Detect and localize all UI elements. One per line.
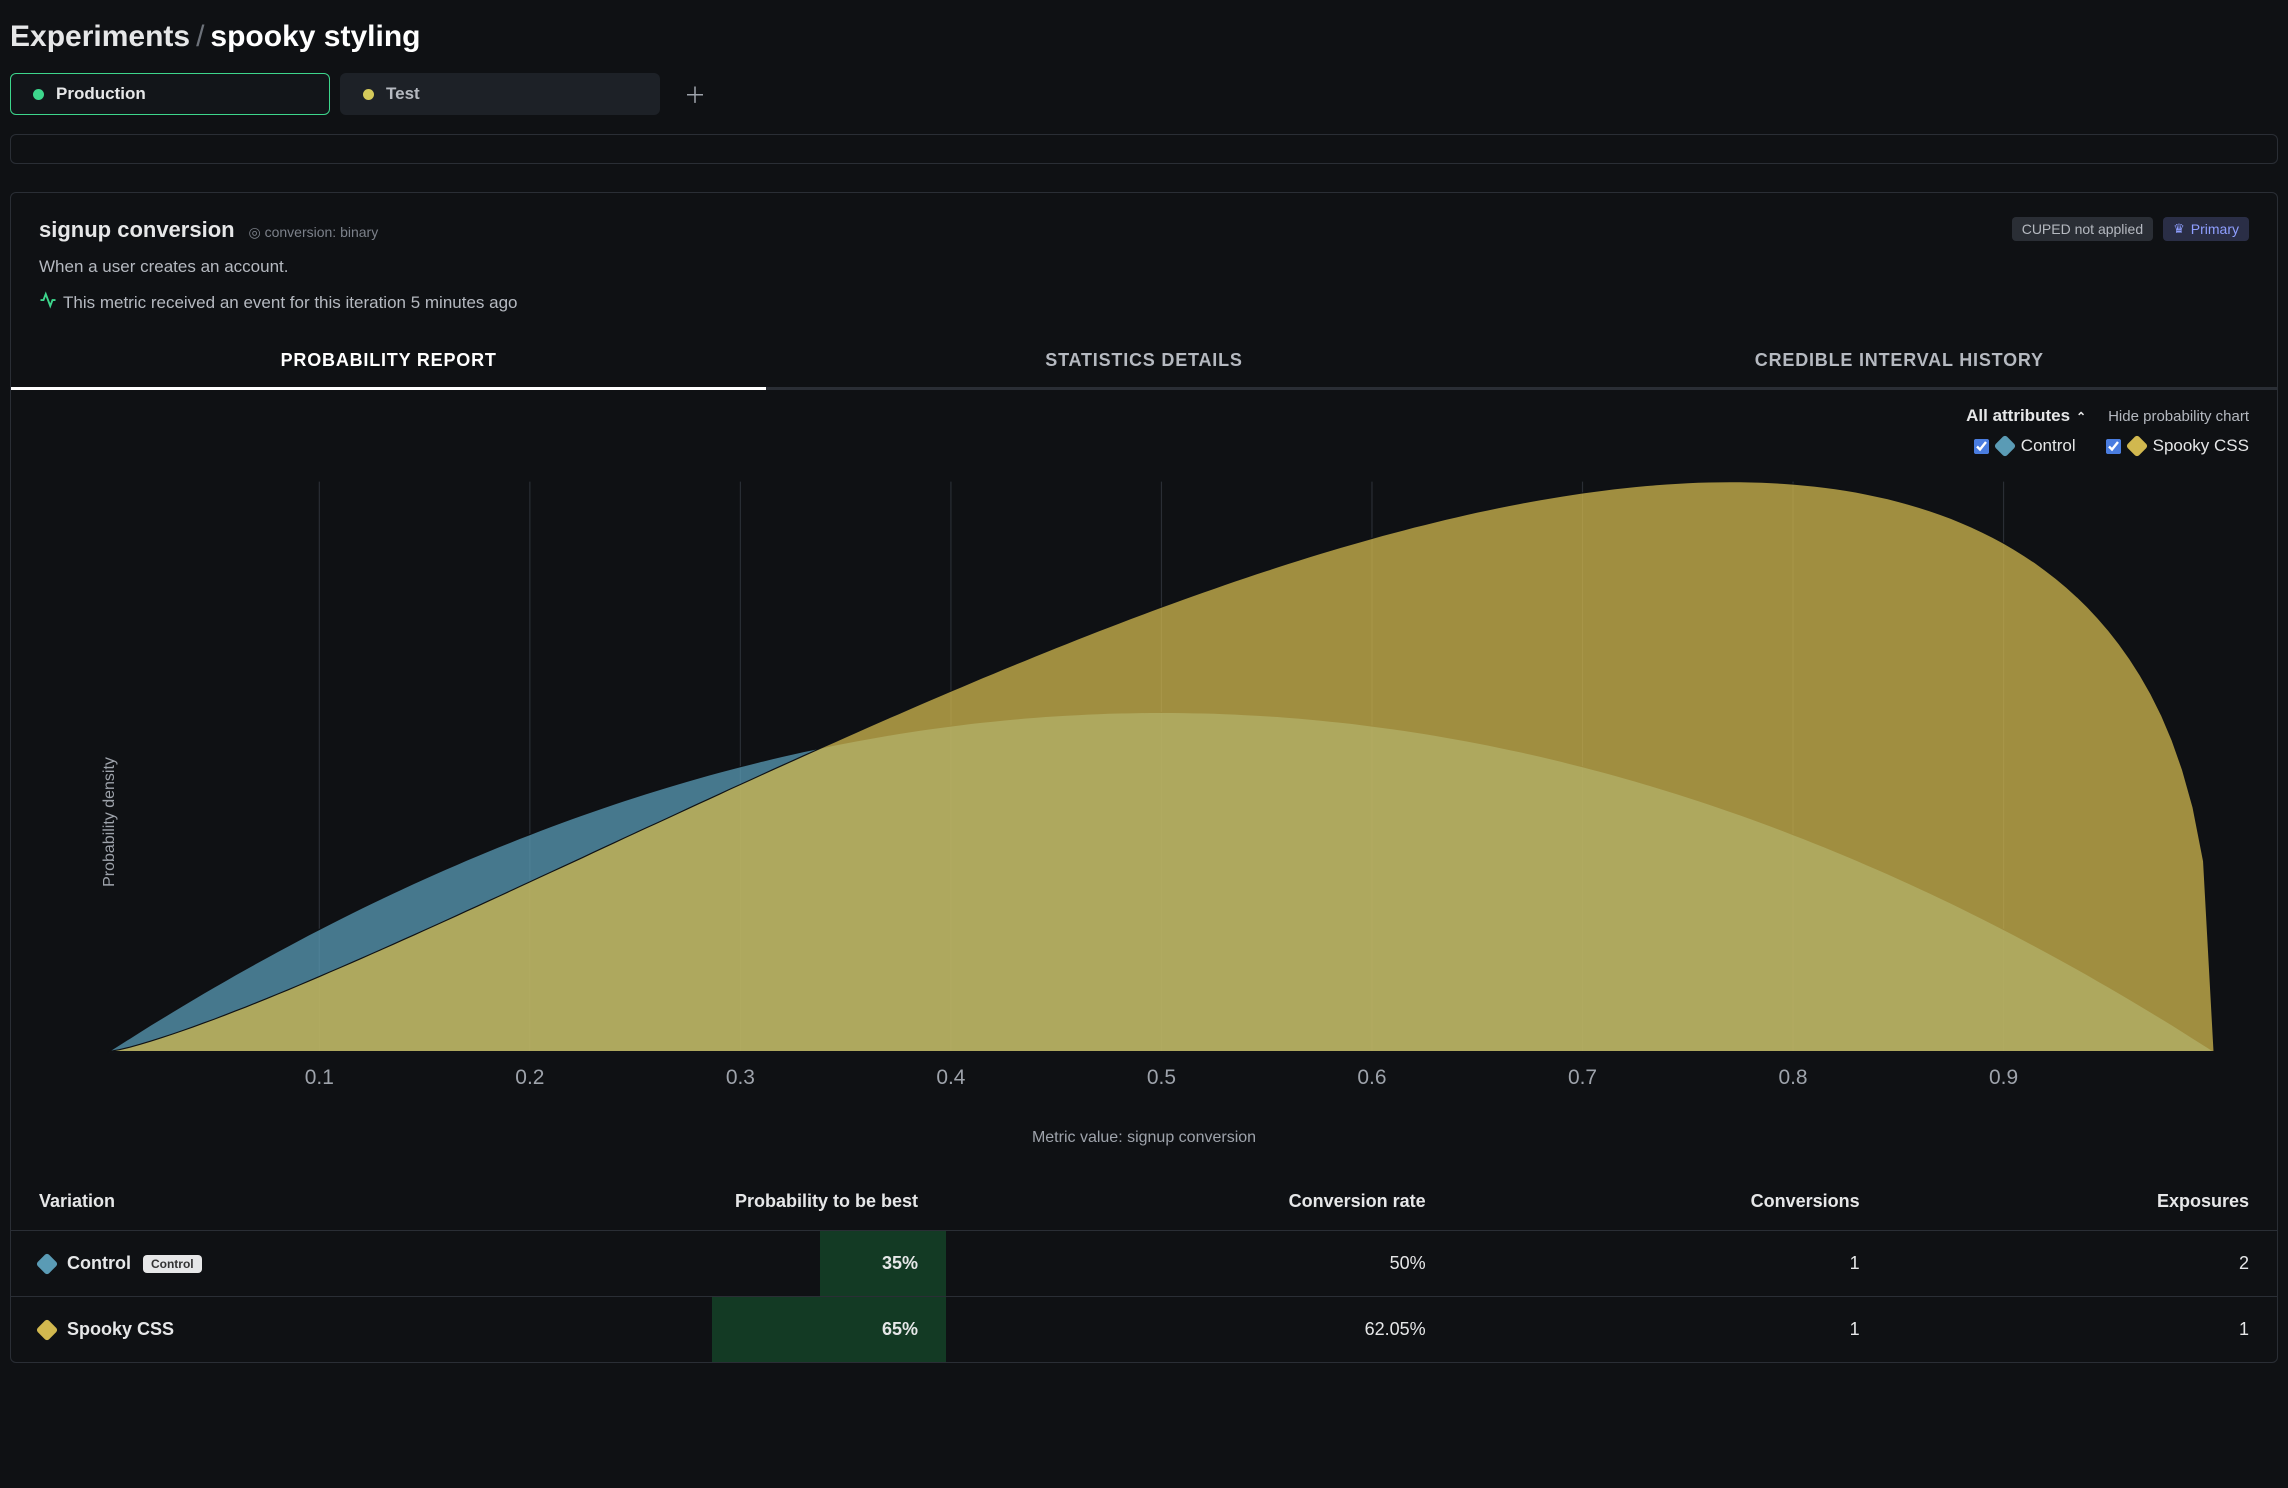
attributes-dropdown[interactable]: All attributes ⌄: [1966, 406, 2086, 426]
metric-status-text: This metric received an event for this i…: [63, 293, 518, 313]
control-pill: Control: [143, 1255, 202, 1273]
col-conversions: Conversions: [1454, 1173, 1888, 1231]
tab-credible-interval-history[interactable]: CREDIBLE INTERVAL HISTORY: [1522, 334, 2277, 387]
results-table: Variation Probability to be best Convers…: [11, 1173, 2277, 1362]
legend-label: Control: [2021, 436, 2076, 456]
variation-cell: Control Control: [39, 1253, 558, 1274]
svg-text:0.4: 0.4: [936, 1066, 965, 1089]
table-row: Spooky CSS65%62.05%11: [11, 1297, 2277, 1363]
tab-probability-report[interactable]: PROBABILITY REPORT: [11, 334, 766, 390]
chart-legend: Control Spooky CSS: [11, 432, 2277, 470]
variation-name: Spooky CSS: [67, 1319, 174, 1340]
metric-type-badge: conversion: binary: [248, 224, 378, 240]
legend-label: Spooky CSS: [2153, 436, 2249, 456]
variation-name: Control: [67, 1253, 131, 1274]
chevron-up-icon: ⌄: [2076, 409, 2086, 423]
diamond-icon: [36, 1319, 59, 1342]
environment-tabs: Production Test ＋: [10, 72, 2278, 116]
cuped-badge: CUPED not applied: [2012, 217, 2153, 241]
svg-text:0.6: 0.6: [1357, 1066, 1386, 1089]
conversion-rate-cell: 62.05%: [946, 1297, 1454, 1363]
panel-top-edge: [10, 134, 2278, 164]
probability-cell: 65%: [586, 1297, 946, 1363]
chart-canvas: 0.1 0.2 0.3 0.4 0.5 0.6 0.7 0.8 0.9: [39, 470, 2249, 1121]
breadcrumb-parent[interactable]: Experiments: [10, 20, 190, 53]
diamond-icon: [2125, 435, 2148, 458]
svg-text:0.7: 0.7: [1568, 1066, 1597, 1089]
svg-text:0.8: 0.8: [1778, 1066, 1807, 1089]
probability-cell: 35%: [586, 1231, 946, 1297]
col-conversion-rate: Conversion rate: [946, 1173, 1454, 1231]
svg-text:0.1: 0.1: [305, 1066, 334, 1089]
report-tabs: PROBABILITY REPORT STATISTICS DETAILS CR…: [11, 334, 2277, 390]
svg-text:0.3: 0.3: [726, 1066, 755, 1089]
env-tab-label: Test: [386, 84, 420, 104]
crown-icon: ♛: [2173, 221, 2185, 237]
tab-statistics-details[interactable]: STATISTICS DETAILS: [766, 334, 1521, 387]
diamond-icon: [1993, 435, 2016, 458]
primary-badge: ♛ Primary: [2163, 217, 2249, 241]
metric-card: signup conversion conversion: binary CUP…: [10, 192, 2278, 1363]
env-tab-test[interactable]: Test: [340, 73, 660, 115]
conversion-rate-cell: 50%: [946, 1231, 1454, 1297]
legend-checkbox-spooky[interactable]: [2106, 439, 2121, 454]
chart-x-axis-label: Metric value: signup conversion: [39, 1121, 2249, 1165]
probability-chart: Probability density 0.10.20.30.40.50.60.…: [11, 470, 2277, 1173]
primary-badge-label: Primary: [2191, 221, 2239, 237]
table-row: Control Control 35%50%12: [11, 1231, 2277, 1297]
hide-chart-toggle[interactable]: Hide probability chart: [2108, 408, 2249, 425]
metric-status: This metric received an event for this i…: [11, 283, 2277, 334]
legend-checkbox-control[interactable]: [1974, 439, 1989, 454]
breadcrumb-current: spooky styling: [210, 20, 420, 53]
pulse-icon: [39, 291, 57, 314]
col-probability: Probability to be best: [586, 1173, 946, 1231]
svg-text:0.9: 0.9: [1989, 1066, 2018, 1089]
legend-item-control[interactable]: Control: [1974, 436, 2076, 456]
col-exposures: Exposures: [1888, 1173, 2277, 1231]
status-dot-icon: [33, 89, 44, 100]
status-dot-icon: [363, 89, 374, 100]
legend-item-spooky[interactable]: Spooky CSS: [2106, 436, 2249, 456]
attributes-label: All attributes: [1966, 406, 2070, 426]
col-variation: Variation: [11, 1173, 586, 1231]
breadcrumb: Experiments/spooky styling: [10, 10, 2278, 72]
exposures-cell: 1: [1888, 1297, 2277, 1363]
diamond-icon: [36, 1253, 59, 1276]
add-environment-button[interactable]: ＋: [670, 72, 720, 116]
conversions-cell: 1: [1454, 1297, 1888, 1363]
variation-cell: Spooky CSS: [39, 1319, 558, 1340]
metric-title: signup conversion: [39, 217, 235, 243]
env-tab-label: Production: [56, 84, 146, 104]
env-tab-production[interactable]: Production: [10, 73, 330, 115]
breadcrumb-sep: /: [190, 20, 210, 53]
conversions-cell: 1: [1454, 1231, 1888, 1297]
exposures-cell: 2: [1888, 1231, 2277, 1297]
chart-y-axis-label: Probability density: [101, 757, 119, 887]
metric-description: When a user creates an account.: [11, 251, 2277, 283]
svg-text:0.2: 0.2: [515, 1066, 544, 1089]
plus-icon: ＋: [684, 83, 706, 108]
svg-text:0.5: 0.5: [1147, 1066, 1176, 1089]
